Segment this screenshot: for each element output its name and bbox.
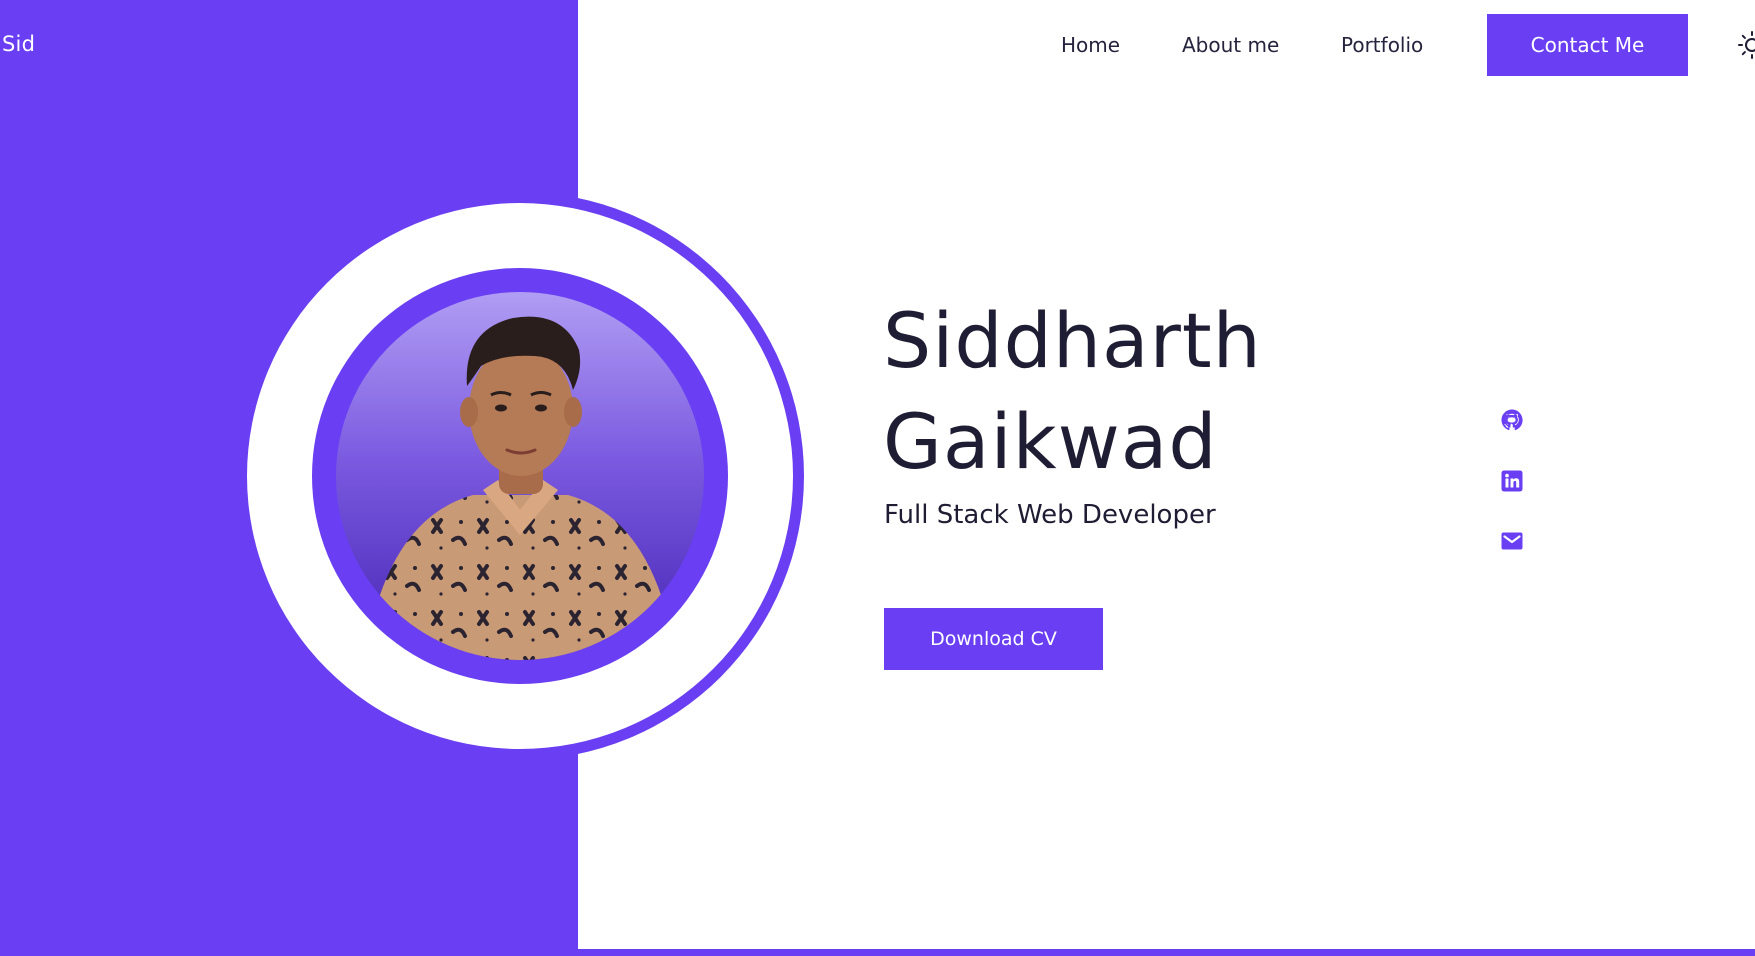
nav-about-me[interactable]: About me [1182, 33, 1279, 57]
bottom-accent-line [578, 949, 1755, 956]
hero-role: Full Stack Web Developer [884, 500, 1216, 530]
hero-last-name: Gaikwad [883, 397, 1218, 486]
nav-home[interactable]: Home [1061, 33, 1120, 57]
hero-name: Siddharth Gaikwad [883, 290, 1262, 492]
hero-first-name: Siddharth [883, 296, 1262, 385]
github-icon[interactable] [1498, 406, 1526, 434]
contact-me-button[interactable]: Contact Me [1487, 14, 1688, 76]
profile-portrait [243, 190, 811, 758]
download-cv-button[interactable]: Download CV [884, 608, 1103, 670]
mail-icon[interactable] [1498, 527, 1526, 555]
sun-icon[interactable] [1737, 30, 1755, 60]
nav-portfolio[interactable]: Portfolio [1341, 33, 1423, 57]
linkedin-icon[interactable] [1498, 467, 1526, 495]
logo[interactable]: Sid [2, 32, 35, 56]
